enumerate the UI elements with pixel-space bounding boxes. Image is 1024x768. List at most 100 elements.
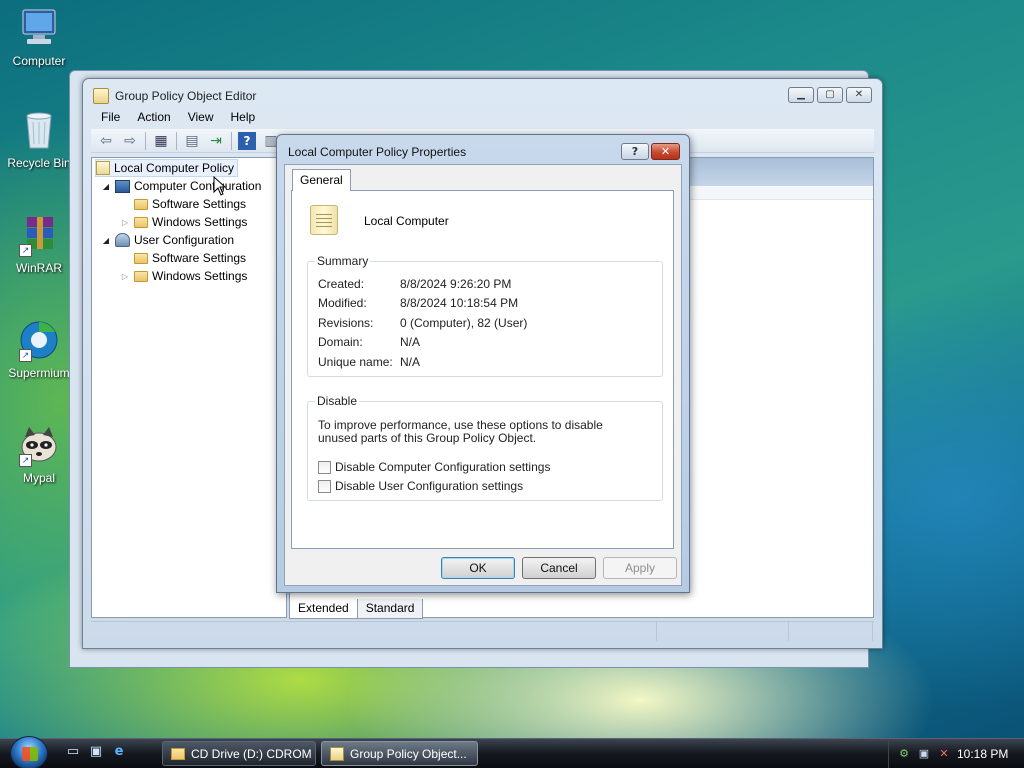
disable-user-config-checkbox[interactable] [318,479,331,493]
tree-item-user-configuration[interactable]: ◢ User Configuration [101,231,234,249]
taskbar [0,738,1024,768]
toolbar-separator [176,131,177,150]
recycle-bin-icon [17,108,61,152]
desktop-icon-winrar[interactable]: ↗ WinRAR [1,213,77,275]
tree-item-label: Windows Settings [152,269,248,283]
desktop-icon-label: Computer [12,54,66,68]
shortcut-arrow-icon: ↗ [19,244,32,257]
desktop-icon-label: WinRAR [15,261,62,275]
collapsed-arrow-icon[interactable]: ▷ [120,272,130,281]
tree-item-cc-software-settings[interactable]: Software Settings [120,195,246,213]
status-cell [789,622,873,641]
desktop-icon-supermium[interactable]: ↗ Supermium [1,318,77,380]
tree-item-label: Local Computer Policy [114,161,235,175]
checkbox-label: Disable User Configuration settings [335,479,524,493]
toolbar-separator [145,131,146,150]
desktop-icon-computer[interactable]: Computer [1,6,77,68]
taskbar-item-label: CD Drive (D:) CDROM [191,746,312,761]
menubar: File Action View Help [91,107,874,127]
desktop-icon-recycle-bin[interactable]: Recycle Bin [1,108,77,170]
mypal-raccoon-icon: ↗ [17,423,61,467]
user-config-icon [115,233,130,247]
desktop-icon-mypal[interactable]: ↗ Mypal [1,423,77,485]
show-hide-tree-icon[interactable]: ▦ [152,132,170,150]
taskbar-item-cd-drive[interactable]: CD Drive (D:) CDROM [162,741,316,766]
shortcut-arrow-icon: ↗ [19,454,32,467]
created-row: Created: 8/8/2024 9:26:20 PM [318,277,511,291]
tree-item-label: User Configuration [134,233,235,247]
tab-standard[interactable]: Standard [356,599,424,619]
summary-group: Summary Created: 8/8/2024 9:26:20 PM Modi… [307,254,663,377]
general-tab-page: Local Computer Summary Created: 8/8/2024 … [291,190,674,549]
start-button[interactable] [10,736,48,768]
disable-user-config-row[interactable]: Disable User Configuration settings [318,479,523,493]
group-label: Disable [315,394,360,408]
system-tray: ⚙ ▣ ✕ 10:18 PM [888,740,1024,768]
field-label: Unique name: [318,355,393,369]
properties-icon[interactable]: ▤ [183,132,201,150]
menu-file[interactable]: File [101,110,120,124]
show-desktop-icon[interactable]: ▭ [64,744,82,760]
volume-muted-icon[interactable]: ✕ [937,747,951,761]
policy-scroll-icon [310,205,338,235]
tree-pane: Local Computer Policy ◢ Computer Configu… [91,157,287,618]
computer-icon [17,6,61,50]
tab-general[interactable]: General [292,169,351,191]
status-cell [657,622,789,641]
folder-icon [171,747,185,760]
expanded-arrow-icon[interactable]: ◢ [101,182,111,191]
menu-action[interactable]: Action [137,110,170,124]
tab-extended[interactable]: Extended [289,599,358,619]
back-arrow-icon[interactable]: ⇦ [97,132,115,150]
toolbar-separator [231,131,232,150]
dialog-title: Local Computer Policy Properties [288,145,467,159]
forward-arrow-icon[interactable]: ⇨ [121,132,139,150]
switch-windows-icon[interactable]: ▣ [87,744,105,760]
disable-description: To improve performance, use these option… [318,418,603,445]
tree-item-uc-software-settings[interactable]: Software Settings [120,249,246,267]
checkbox-label: Disable Computer Configuration settings [335,460,551,474]
tree-item-local-computer-policy[interactable]: Local Computer Policy [95,159,239,177]
supermium-icon: ↗ [17,318,61,362]
folder-icon [134,198,148,210]
network-icon[interactable]: ▣ [917,747,931,761]
help-icon[interactable]: ? [238,131,256,150]
close-button[interactable]: ✕ [651,143,680,160]
help-button[interactable]: ? [621,143,649,160]
folder-icon [134,216,148,228]
folder-icon [134,252,148,264]
disable-computer-config-row[interactable]: Disable Computer Configuration settings [318,460,550,474]
unique-name-row: Unique name: N/A [318,355,420,369]
unique-name-value: N/A [400,355,421,369]
close-button[interactable]: ✕ [846,87,872,103]
cancel-button[interactable]: Cancel [522,557,596,579]
safely-remove-hardware-icon[interactable]: ⚙ [897,747,911,761]
taskbar-item-label: Group Policy Object... [350,746,467,761]
desktop-icon-label: Supermium [8,366,70,380]
expanded-arrow-icon[interactable]: ◢ [101,236,111,245]
tree-item-computer-configuration[interactable]: ◢ Computer Configuration [101,177,261,195]
tree-item-uc-windows-settings[interactable]: ▷ Windows Settings [120,267,247,285]
collapsed-arrow-icon[interactable]: ▷ [120,218,130,227]
dialog-controls: ? ✕ [621,143,680,160]
gpo-app-icon [93,88,109,104]
apply-button[interactable]: Apply [603,557,677,579]
dialog-body: General Local Computer Summary Created: 8… [284,164,682,586]
field-label: Revisions: [318,316,374,330]
object-name: Local Computer [364,214,449,228]
internet-explorer-icon[interactable]: e [110,744,128,760]
desktop-icon-label: Mypal [22,471,55,485]
minimize-button[interactable]: ▁ [788,87,814,103]
window-title: Group Policy Object Editor [115,89,257,103]
menu-view[interactable]: View [188,110,214,124]
clock[interactable]: 10:18 PM [957,747,1008,761]
disable-computer-config-checkbox[interactable] [318,460,331,474]
domain-value: N/A [400,335,421,349]
field-label: Domain: [318,335,363,349]
ok-button[interactable]: OK [441,557,515,579]
maximize-button[interactable]: ▢ [817,87,843,103]
taskbar-item-gpo-editor[interactable]: Group Policy Object... [321,741,478,766]
export-list-icon[interactable]: ⇥ [207,132,225,150]
tree-item-cc-windows-settings[interactable]: ▷ Windows Settings [120,213,247,231]
menu-help[interactable]: Help [231,110,256,124]
